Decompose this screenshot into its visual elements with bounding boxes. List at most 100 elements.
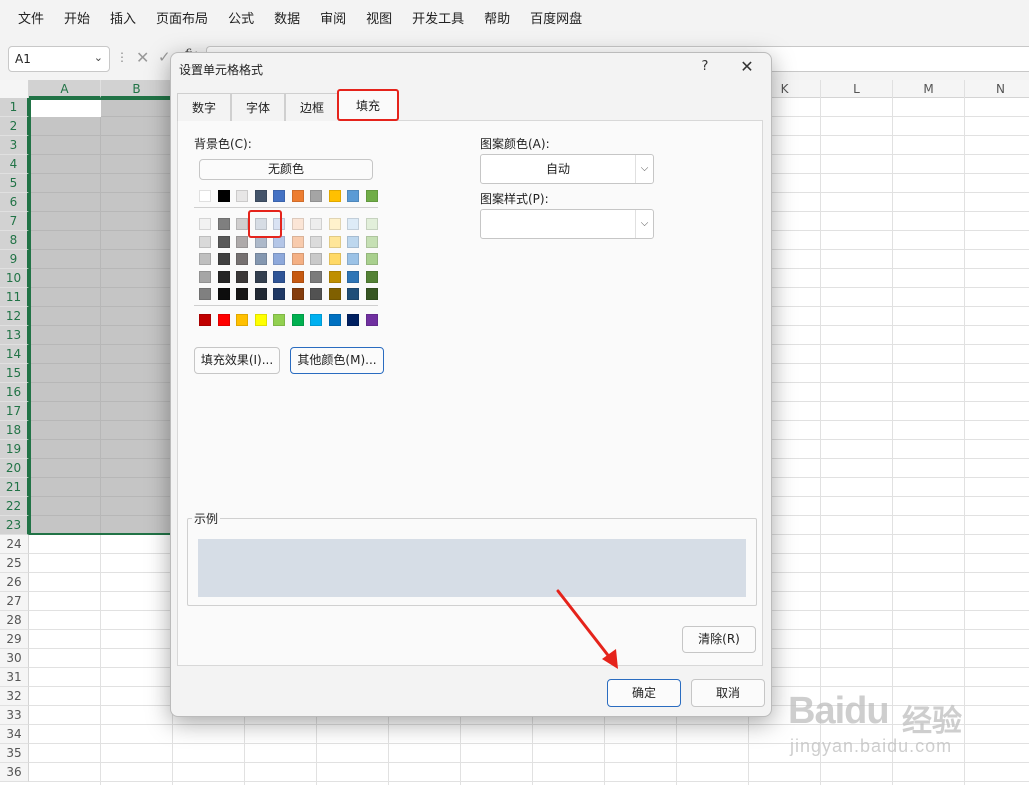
color-swatch[interactable]	[291, 270, 304, 283]
color-swatch[interactable]	[273, 190, 285, 202]
column-header-a[interactable]: A	[29, 80, 101, 98]
row-header[interactable]: 14	[0, 345, 29, 364]
color-swatch[interactable]	[310, 190, 322, 202]
color-swatch[interactable]	[310, 235, 322, 248]
row-header[interactable]: 23	[0, 516, 29, 535]
color-swatch[interactable]	[291, 218, 304, 230]
color-swatch[interactable]	[347, 253, 359, 265]
column-header-l[interactable]: L	[821, 80, 893, 98]
chevron-down-icon[interactable]: ⌄	[94, 51, 103, 64]
menu-item[interactable]: 百度网盘	[520, 0, 592, 40]
row-header[interactable]: 17	[0, 402, 29, 421]
row-header[interactable]: 30	[0, 649, 29, 668]
color-swatch[interactable]	[217, 235, 230, 248]
column-header-n[interactable]: N	[965, 80, 1029, 98]
row-header[interactable]: 33	[0, 706, 29, 725]
confirm-entry-icon[interactable]: ✓	[158, 48, 171, 66]
color-swatch[interactable]	[199, 190, 211, 202]
color-swatch[interactable]	[310, 270, 322, 283]
row-header[interactable]: 29	[0, 630, 29, 649]
color-swatch[interactable]	[217, 288, 230, 300]
color-swatch[interactable]	[273, 314, 285, 326]
color-swatch[interactable]	[199, 235, 211, 248]
color-swatch[interactable]	[236, 190, 248, 202]
color-swatch[interactable]	[291, 288, 304, 300]
menu-item[interactable]: 数据	[264, 0, 310, 40]
clear-button[interactable]: 清除(R)	[682, 626, 756, 653]
menu-item[interactable]: 开发工具	[402, 0, 474, 40]
row-header[interactable]: 31	[0, 668, 29, 687]
pattern-style-dropdown[interactable]: ⌵	[480, 209, 654, 239]
chevron-down-icon[interactable]: ⌵	[635, 210, 653, 238]
column-header-b[interactable]: B	[101, 80, 173, 98]
row-header[interactable]: 28	[0, 611, 29, 630]
tab-fill[interactable]: 填充	[337, 89, 399, 121]
color-swatch[interactable]	[310, 218, 322, 230]
color-swatch[interactable]	[347, 270, 359, 283]
color-swatch[interactable]	[236, 235, 248, 248]
color-swatch[interactable]	[310, 253, 322, 265]
color-swatch[interactable]	[365, 235, 378, 248]
row-header[interactable]: 4	[0, 155, 29, 174]
help-icon[interactable]: ?	[697, 59, 713, 74]
color-swatch[interactable]	[347, 288, 359, 300]
menu-item[interactable]: 公式	[218, 0, 264, 40]
pattern-color-dropdown[interactable]: 自动 ⌵	[480, 154, 654, 184]
color-swatch[interactable]	[217, 270, 230, 283]
color-swatch[interactable]	[310, 314, 322, 326]
menu-item[interactable]: 插入	[100, 0, 146, 40]
color-swatch[interactable]	[217, 218, 230, 230]
color-swatch[interactable]	[236, 314, 248, 326]
select-all-corner[interactable]	[0, 80, 29, 98]
color-swatch[interactable]	[347, 190, 359, 202]
row-header[interactable]: 35	[0, 744, 29, 763]
column-header-m[interactable]: M	[893, 80, 965, 98]
color-swatch[interactable]	[217, 190, 230, 202]
menu-item[interactable]: 帮助	[474, 0, 520, 40]
row-header[interactable]: 5	[0, 174, 29, 193]
color-swatch[interactable]	[365, 314, 378, 326]
row-header[interactable]: 11	[0, 288, 29, 307]
color-swatch[interactable]	[347, 235, 359, 248]
row-header[interactable]: 2	[0, 117, 29, 136]
color-swatch[interactable]	[236, 270, 248, 283]
more-options-icon[interactable]: ⋮	[116, 50, 128, 64]
tab-border[interactable]: 边框	[285, 93, 339, 121]
row-header[interactable]: 6	[0, 193, 29, 212]
row-header[interactable]: 10	[0, 269, 29, 288]
fill-effects-button[interactable]: 填充效果(I)...	[194, 347, 280, 374]
color-swatch[interactable]	[236, 253, 248, 265]
no-color-button[interactable]: 无颜色	[199, 159, 373, 180]
row-header[interactable]: 27	[0, 592, 29, 611]
row-header[interactable]: 26	[0, 573, 29, 592]
row-header[interactable]: 36	[0, 763, 29, 782]
color-swatch[interactable]	[291, 314, 304, 326]
row-header[interactable]: 34	[0, 725, 29, 744]
cancel-button[interactable]: 取消	[691, 679, 765, 707]
name-box[interactable]: A1 ⌄	[8, 46, 110, 72]
color-swatch[interactable]	[273, 270, 285, 283]
row-header[interactable]: 3	[0, 136, 29, 155]
color-swatch[interactable]	[199, 314, 211, 326]
tab-number[interactable]: 数字	[177, 93, 231, 121]
row-header[interactable]: 7	[0, 212, 29, 231]
color-swatch[interactable]	[254, 270, 267, 283]
row-header[interactable]: 18	[0, 421, 29, 440]
row-header[interactable]: 12	[0, 307, 29, 326]
color-swatch[interactable]	[273, 253, 285, 265]
color-swatch[interactable]	[328, 288, 341, 300]
menu-item[interactable]: 开始	[54, 0, 100, 40]
color-swatch[interactable]	[328, 235, 341, 248]
color-swatch[interactable]	[199, 253, 211, 265]
more-colors-button[interactable]: 其他颜色(M)...	[290, 347, 384, 374]
menu-item[interactable]: 视图	[356, 0, 402, 40]
row-header[interactable]: 16	[0, 383, 29, 402]
color-swatch[interactable]	[236, 288, 248, 300]
row-header[interactable]: 22	[0, 497, 29, 516]
color-swatch[interactable]	[365, 253, 378, 265]
menu-item[interactable]: 审阅	[310, 0, 356, 40]
active-cell[interactable]	[31, 100, 101, 117]
color-swatch[interactable]	[236, 218, 248, 230]
color-swatch[interactable]	[310, 288, 322, 300]
color-swatch[interactable]	[328, 270, 341, 283]
